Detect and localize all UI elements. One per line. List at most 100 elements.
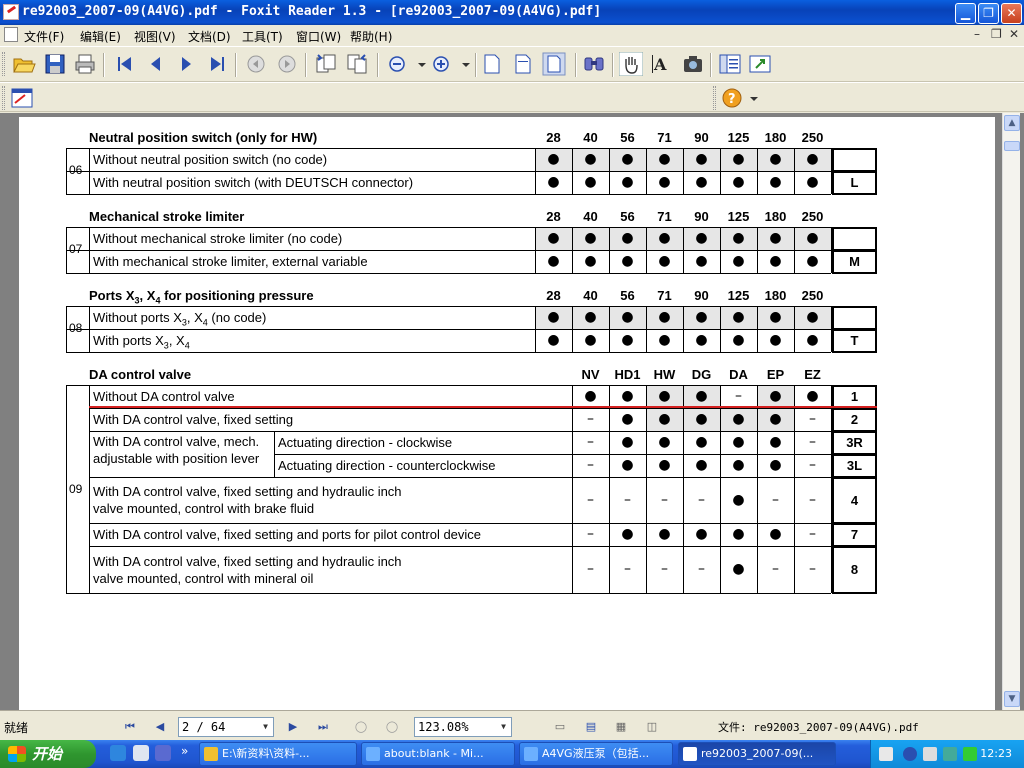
single-page-icon[interactable] [480, 52, 504, 76]
toolbar-grip[interactable] [2, 86, 5, 110]
scroll-up-button[interactable]: ▲ [1004, 115, 1020, 131]
table-rule [89, 593, 831, 594]
availability-cell: ● [732, 174, 745, 190]
availability-cell: ● [584, 174, 597, 190]
zoom-field[interactable]: 123.08% ▼ [414, 717, 512, 737]
table-rule [66, 148, 67, 194]
prev-page-icon[interactable] [144, 52, 168, 76]
help-dropdown-icon[interactable] [742, 86, 766, 110]
print-icon[interactable] [73, 52, 97, 76]
facing-layout-icon[interactable]: ▦ [613, 719, 629, 735]
page-number-field[interactable]: 2 / 64 ▼ [178, 717, 274, 737]
toolbar-grip[interactable] [713, 86, 716, 110]
quicklaunch-overflow[interactable]: » [181, 744, 188, 758]
bookmarks-icon[interactable] [718, 52, 742, 76]
status-first-page-button[interactable]: ⏮ [122, 719, 138, 735]
forward-icon[interactable] [275, 52, 299, 76]
control-column-header: DG [691, 367, 712, 382]
network-tray-icon[interactable] [923, 747, 937, 761]
size-column-header: 180 [764, 130, 787, 145]
task-ie-blank[interactable]: about:blank - Mi... [361, 742, 515, 766]
menu-edit[interactable]: 编辑(E) [80, 28, 121, 45]
continuous-facing-layout-icon[interactable]: ◫ [644, 719, 660, 735]
monitor-tray-icon[interactable] [943, 747, 957, 761]
menu-document[interactable]: 文档(D) [188, 28, 231, 45]
mdi-restore-button[interactable]: ❐ [991, 27, 1002, 41]
tray-expand-icon[interactable] [903, 747, 917, 761]
first-page-icon[interactable] [113, 52, 137, 76]
menu-view[interactable]: 视图(V) [134, 28, 176, 45]
availability-cell: ● [806, 174, 819, 190]
task-ie-a4vg[interactable]: A4VG液压泵（包括... [519, 742, 673, 766]
zoom-in-icon[interactable] [430, 52, 454, 76]
open-icon[interactable] [12, 52, 36, 76]
back-icon[interactable] [244, 52, 268, 76]
desktop-quicklaunch-icon[interactable] [133, 745, 149, 761]
task-foxit[interactable]: re92003_2007-09(... [678, 742, 836, 766]
ie-quicklaunch-icon[interactable] [110, 745, 126, 761]
status-back-button[interactable]: ◯ [353, 719, 369, 735]
status-last-page-button[interactable]: ⏭ [315, 719, 331, 735]
availability-cell: – [587, 526, 594, 542]
menu-tools[interactable]: 工具(T) [242, 28, 283, 45]
select-text-icon[interactable]: A [650, 52, 674, 76]
table-rule [89, 306, 90, 352]
status-forward-button[interactable]: ◯ [384, 719, 400, 735]
document-icon[interactable] [4, 27, 18, 42]
scroll-down-button[interactable]: ▼ [1004, 691, 1020, 707]
menu-help[interactable]: 帮助(H) [350, 28, 392, 45]
availability-cell: ● [695, 526, 708, 542]
toolbar-separator [103, 53, 105, 77]
menu-file[interactable]: 文件(F) [24, 28, 64, 45]
availability-cell: ● [621, 309, 634, 325]
mdi-minimize-button[interactable]: – [974, 27, 980, 41]
help-icon[interactable]: ? [720, 86, 744, 110]
close-button[interactable]: ✕ [1001, 3, 1022, 24]
last-page-icon[interactable] [205, 52, 229, 76]
availability-cell: ● [806, 388, 819, 404]
page-dropdown-icon[interactable]: ▼ [258, 718, 273, 736]
find-icon[interactable] [582, 52, 606, 76]
keyboard-tray-icon[interactable] [879, 747, 893, 761]
media-quicklaunch-icon[interactable] [155, 745, 171, 761]
control-column-header: HW [653, 367, 676, 382]
maximize-button[interactable]: ❐ [978, 3, 999, 24]
availability-cell: ● [658, 332, 671, 348]
title-bar[interactable]: re92003_2007-09(A4VG).pdf - Foxit Reader… [0, 0, 1024, 25]
rotate-right-icon[interactable] [345, 52, 369, 76]
annotation-icon[interactable] [10, 86, 34, 110]
mdi-close-button[interactable]: ✕ [1009, 27, 1019, 41]
minimize-button[interactable]: ▁ [955, 3, 976, 24]
vertical-scrollbar[interactable]: ▲ ▼ [1002, 113, 1020, 710]
status-next-page-button[interactable]: ▶ [285, 719, 301, 735]
zoom-out-icon[interactable] [386, 52, 410, 76]
fullscreen-icon[interactable] [748, 52, 772, 76]
availability-cell: ● [547, 174, 560, 190]
fit-page-icon[interactable] [542, 52, 566, 76]
next-page-icon[interactable] [174, 52, 198, 76]
menu-window[interactable]: 窗口(W) [296, 28, 341, 45]
zoom-dropdown-icon[interactable]: ▼ [496, 718, 511, 736]
scroll-thumb[interactable] [1004, 141, 1020, 151]
status-bar: 就绪 ⏮ ◀ 2 / 64 ▼ ▶ ⏭ ◯ ◯ 123.08% ▼ ▭ ▤ ▦ … [0, 710, 1024, 740]
availability-cell: ● [732, 457, 745, 473]
document-viewport[interactable]: Neutral position switch (only for HW) 28 4… [0, 113, 1024, 710]
hand-icon[interactable] [619, 52, 643, 76]
availability-cell: – [809, 491, 816, 508]
continuous-layout-icon[interactable]: ▤ [583, 719, 599, 735]
single-page-layout-icon[interactable]: ▭ [552, 719, 568, 735]
status-prev-page-button[interactable]: ◀ [152, 719, 168, 735]
toolbar-grip[interactable] [2, 52, 5, 76]
task-explorer[interactable]: E:\新资料\资料-... [199, 742, 357, 766]
save-icon[interactable] [43, 52, 67, 76]
availability-cell: ● [547, 151, 560, 167]
umbrella-tray-icon[interactable] [963, 747, 977, 761]
start-button[interactable]: 开始 [0, 740, 96, 768]
snapshot-icon[interactable] [681, 52, 705, 76]
size-column-header: 125 [727, 288, 750, 303]
foxit-app-icon[interactable] [3, 4, 19, 20]
fit-width-icon[interactable] [511, 52, 535, 76]
size-column-header: 90 [694, 288, 709, 303]
availability-cell: – [809, 411, 816, 427]
rotate-left-icon[interactable] [314, 52, 338, 76]
